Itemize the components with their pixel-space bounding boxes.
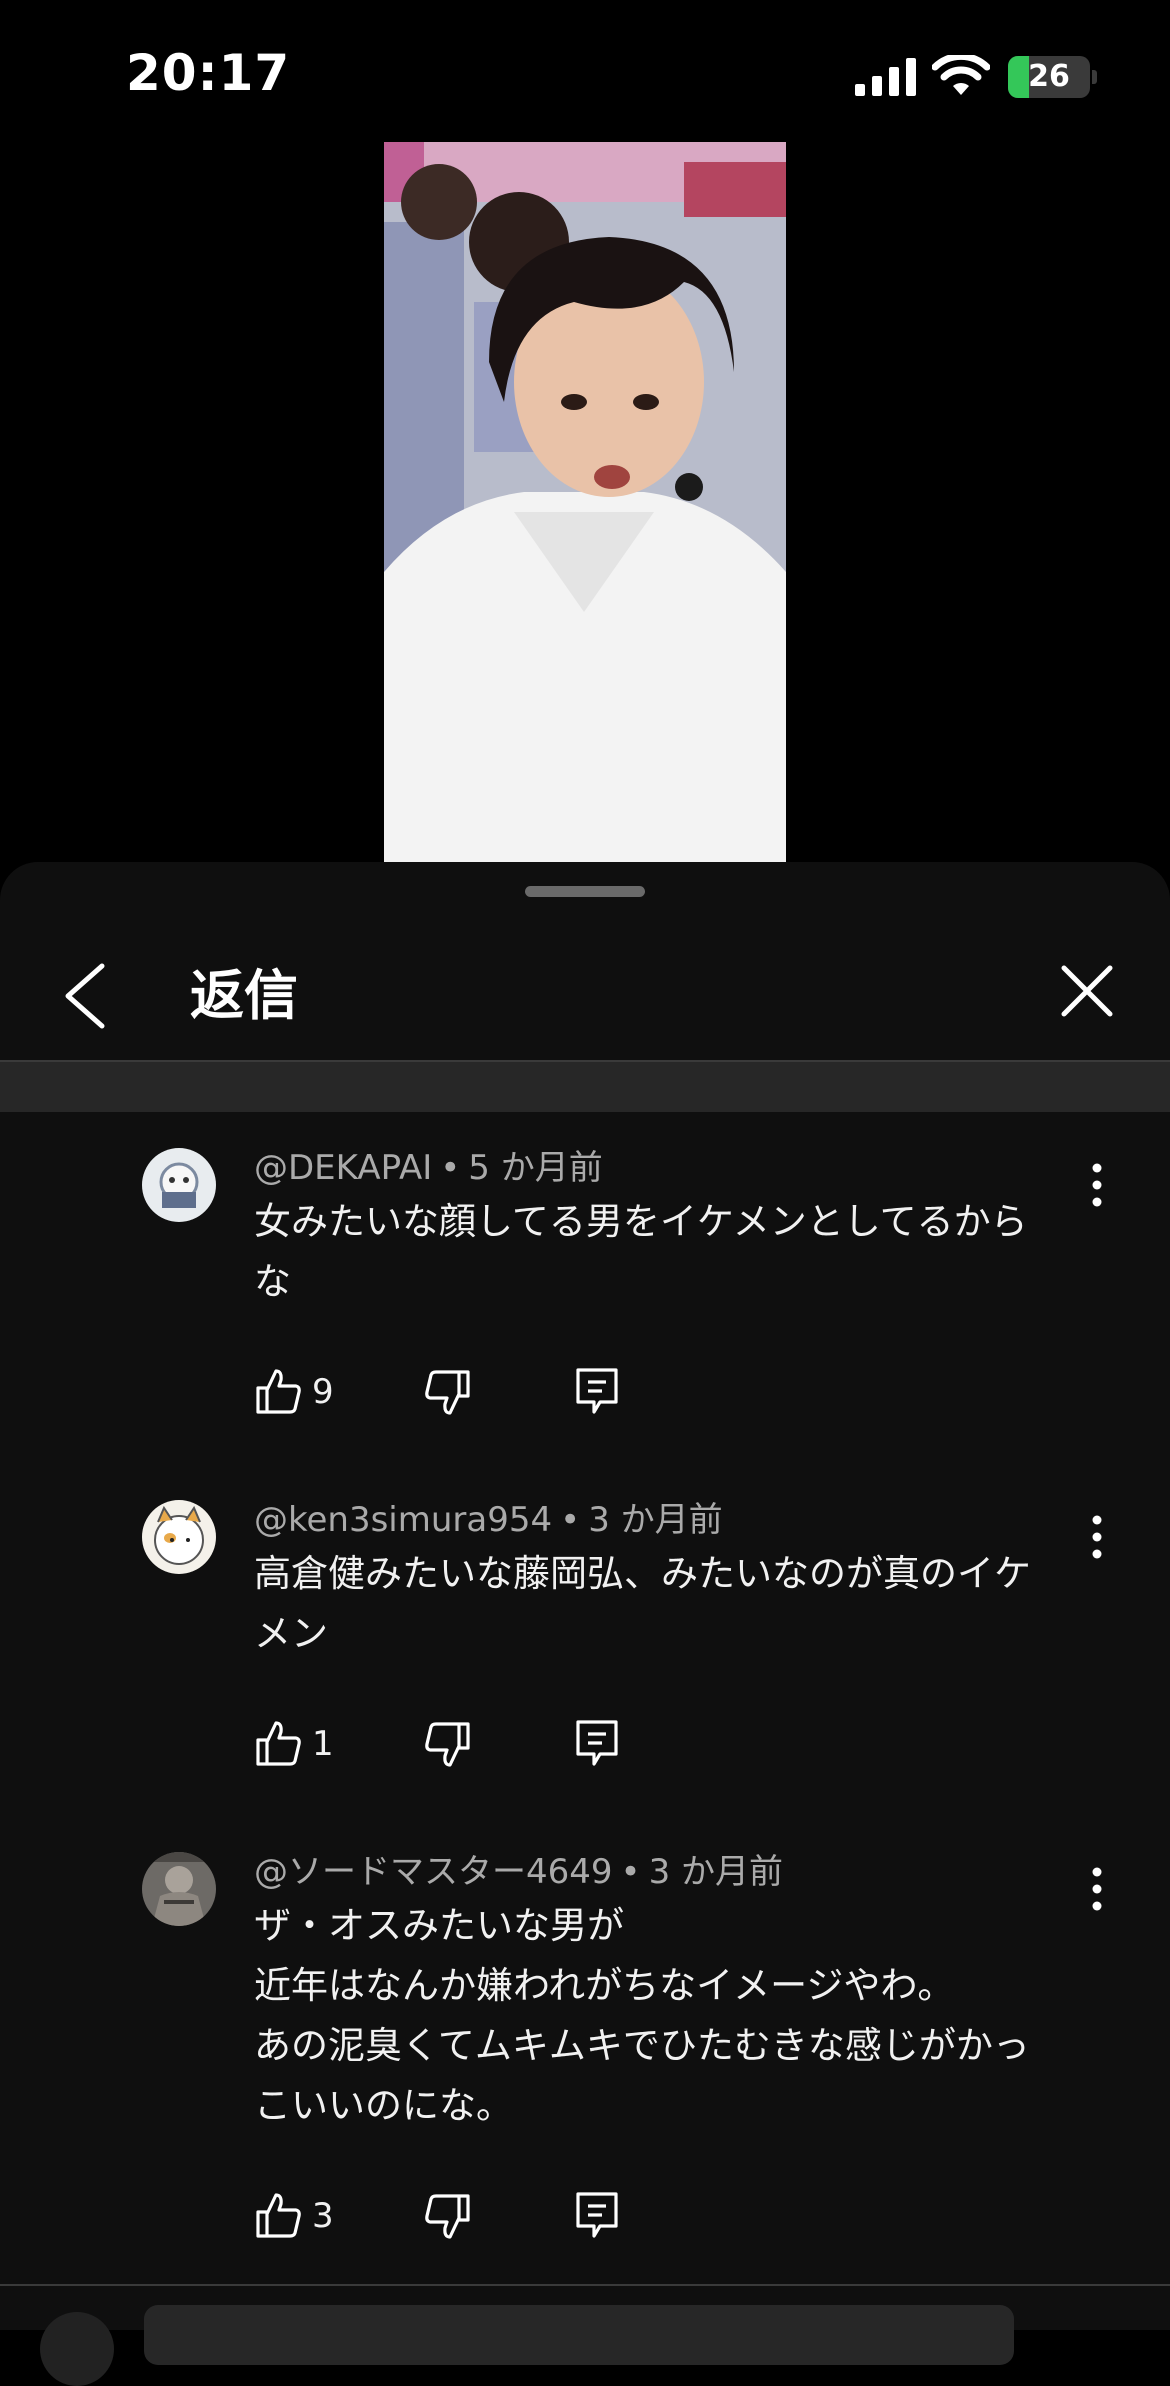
comment-meta: @ソードマスター4649 • 3 か月前 xyxy=(254,1850,783,1894)
drag-handle[interactable] xyxy=(525,886,645,897)
comment-text-line: な xyxy=(254,1260,291,1303)
thumb-up-icon[interactable] xyxy=(254,1366,304,1416)
status-bar: 20:17 26 xyxy=(0,0,1170,150)
battery-indicator: 26 xyxy=(1008,56,1090,98)
avatar[interactable] xyxy=(142,1148,216,1222)
reply-comment-icon[interactable] xyxy=(572,1366,622,1416)
input-divider xyxy=(0,2284,1170,2286)
comment-text: 高倉健みたいな藤岡弘、みたいなのが真のイケ メン xyxy=(254,1544,1094,1664)
comment-text: 女みたいな顔してる男をイケメンとしてるから な xyxy=(254,1192,1094,1312)
reply-comment-icon[interactable] xyxy=(572,2190,622,2240)
comment-text-line: 高倉健みたいな藤岡弘、みたいなのが真のイケ xyxy=(254,1552,1031,1595)
avatar[interactable] xyxy=(142,1500,216,1574)
comment-age: 5 か月前 xyxy=(468,1148,603,1188)
comment-actions: 9 xyxy=(254,1366,674,1422)
replies-sheet: 返信 @DEKAPAI • 5 か月前 女みたいな顔してる男をイケメンとしてるから … xyxy=(0,862,1170,2330)
thumb-up-icon[interactable] xyxy=(254,2190,304,2240)
comment-text-line: 近年はなんか嫌われがちなイメージやわ。 xyxy=(254,1964,955,2007)
thumb-up-icon[interactable] xyxy=(254,1718,304,1768)
wifi-icon xyxy=(932,55,990,95)
header-divider xyxy=(0,1060,1170,1112)
close-icon[interactable] xyxy=(1058,962,1116,1020)
reply-input[interactable] xyxy=(144,2305,1014,2365)
thumb-down-icon[interactable] xyxy=(422,1368,472,1418)
cellular-signal-icon xyxy=(855,58,916,96)
like-count: 1 xyxy=(312,1724,334,1764)
video-player[interactable] xyxy=(384,142,786,862)
battery-level-text: 26 xyxy=(1028,59,1070,94)
comment-text-line: こいいのにな。 xyxy=(254,2084,513,2127)
video-frame xyxy=(384,142,786,862)
comment-age: 3 か月前 xyxy=(648,1852,784,1892)
comment-age: 3 か月前 xyxy=(588,1500,723,1540)
comment-actions: 3 xyxy=(254,2190,674,2246)
comment-item: @ken3simura954 • 3 か月前 高倉健みたいな藤岡弘、みたいなのが真の… xyxy=(0,1496,1170,1796)
comment-author[interactable]: @ソードマスター4649 xyxy=(254,1852,613,1892)
meta-separator: • xyxy=(560,1500,581,1540)
meta-separator: • xyxy=(620,1852,641,1892)
comment-actions: 1 xyxy=(254,1718,674,1774)
comment-item: @ソードマスター4649 • 3 か月前 ザ・オスみたいな男が 近年はなんか嫌われが… xyxy=(0,1848,1170,2268)
like-count: 3 xyxy=(312,2196,334,2236)
comment-meta: @DEKAPAI • 5 か月前 xyxy=(254,1146,603,1190)
meta-separator: • xyxy=(440,1148,461,1188)
comment-text-line: ザ・オスみたいな男が xyxy=(254,1904,624,1947)
own-avatar xyxy=(40,2312,114,2386)
comment-text-line: メン xyxy=(254,1612,328,1655)
thumb-down-icon[interactable] xyxy=(422,2192,472,2242)
comment-meta: @ken3simura954 • 3 か月前 xyxy=(254,1498,723,1542)
battery-cap xyxy=(1092,70,1097,84)
thumb-down-icon[interactable] xyxy=(422,1720,472,1770)
comment-text-line: 女みたいな顔してる男をイケメンとしてるから xyxy=(254,1200,1028,1243)
comment-author[interactable]: @ken3simura954 xyxy=(254,1500,552,1540)
sheet-title: 返信 xyxy=(190,964,298,1027)
status-time: 20:17 xyxy=(126,44,291,102)
comment-author[interactable]: @DEKAPAI xyxy=(254,1148,432,1188)
avatar[interactable] xyxy=(142,1852,216,1926)
comment-text: ザ・オスみたいな男が 近年はなんか嫌われがちなイメージやわ。 あの泥臭くてムキム… xyxy=(254,1896,1094,2136)
like-count: 9 xyxy=(312,1372,334,1412)
comment-text-line: あの泥臭くてムキムキでひたむきな感じがかっ xyxy=(254,2024,1030,2067)
comment-item: @DEKAPAI • 5 か月前 女みたいな顔してる男をイケメンとしてるから な 9 xyxy=(0,1144,1170,1444)
reply-comment-icon[interactable] xyxy=(572,1718,622,1768)
back-chevron-left-icon[interactable] xyxy=(58,956,110,1036)
